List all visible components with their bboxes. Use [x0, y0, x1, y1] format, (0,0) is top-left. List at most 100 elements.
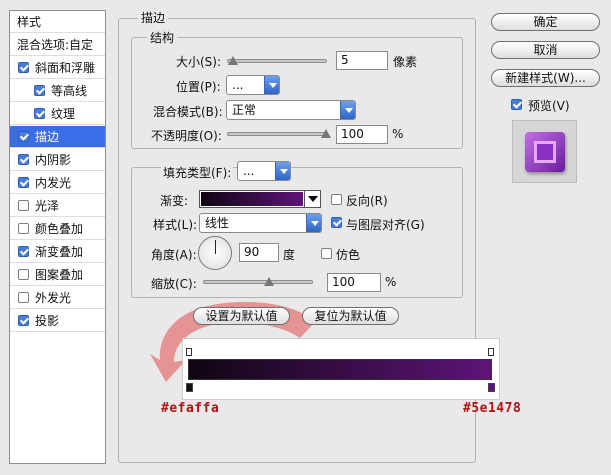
style-item-4[interactable]: 内阴影	[10, 149, 105, 171]
style-item-checkbox[interactable]	[18, 154, 29, 165]
style-item-checkbox[interactable]	[18, 131, 29, 142]
style-item-label: 内发光	[35, 176, 72, 190]
left-color-label: #efaffa	[161, 401, 220, 416]
opacity-slider-thumb[interactable]	[321, 129, 331, 138]
gradient-swatch	[201, 192, 303, 206]
chevron-down-icon	[264, 76, 279, 94]
gradient-picker[interactable]	[199, 190, 321, 208]
fill-type-label: 填充类型(F):	[161, 164, 234, 181]
size-slider[interactable]	[227, 59, 327, 63]
style-item-label: 图案叠加	[35, 268, 84, 282]
style-item-checkbox[interactable]	[18, 246, 29, 257]
gradient-style-select[interactable]: 线性	[199, 213, 322, 233]
blend-mode-select[interactable]: 正常	[226, 100, 356, 120]
chevron-down-icon	[340, 101, 355, 119]
ok-button[interactable]: 确定	[491, 13, 600, 31]
angle-input[interactable]: 90	[239, 243, 279, 262]
stroke-title: 描边	[138, 9, 169, 26]
style-item-5[interactable]: 内发光	[10, 172, 105, 194]
gradient-bar[interactable]	[188, 359, 492, 380]
style-item-7[interactable]: 颜色叠加	[10, 218, 105, 240]
size-input[interactable]: 5	[336, 51, 388, 70]
style-item-6[interactable]: 光泽	[10, 195, 105, 217]
style-item-label: 描边	[35, 130, 60, 144]
style-item-8[interactable]: 渐变叠加	[10, 241, 105, 263]
style-item-checkbox[interactable]	[34, 108, 45, 119]
cancel-button[interactable]: 取消	[491, 41, 600, 59]
opacity-label: 不透明度(O):	[151, 129, 222, 143]
align-layer-checkbox[interactable]	[331, 217, 342, 228]
structure-title: 结构	[147, 29, 178, 46]
style-item-checkbox[interactable]	[34, 85, 45, 96]
position-value: ...	[232, 78, 244, 92]
opacity-input[interactable]: 100	[336, 125, 388, 144]
style-item-3[interactable]: 描边	[10, 126, 105, 148]
chevron-down-icon	[306, 214, 321, 232]
dither-label: 仿色	[336, 248, 361, 262]
color-stop-right[interactable]	[488, 383, 495, 392]
style-item-checkbox[interactable]	[18, 292, 29, 303]
size-slider-thumb[interactable]	[228, 56, 238, 65]
style-item-label: 等高线	[51, 84, 88, 98]
scale-slider-thumb[interactable]	[264, 277, 274, 286]
style-item-label: 渐变叠加	[35, 245, 84, 259]
style-item-0[interactable]: 斜面和浮雕	[10, 57, 105, 79]
scale-slider[interactable]	[203, 280, 313, 284]
style-item-label: 斜面和浮雕	[35, 61, 96, 75]
color-stop-left[interactable]	[186, 383, 193, 392]
style-item-9[interactable]: 图案叠加	[10, 264, 105, 286]
blend-mode-value: 正常	[232, 103, 257, 117]
position-label: 位置(P):	[176, 80, 221, 94]
style-item-10[interactable]: 外发光	[10, 287, 105, 309]
gradient-label: 渐变:	[160, 194, 189, 208]
gradient-style-value: 线性	[205, 216, 230, 230]
style-item-label: 纹理	[51, 107, 76, 121]
style-item-checkbox[interactable]	[18, 177, 29, 188]
style-item-2[interactable]: 纹理	[10, 103, 105, 125]
angle-label: 角度(A):	[151, 248, 197, 262]
fill-type-value: ...	[243, 164, 255, 178]
style-preview	[512, 120, 577, 183]
style-label: 样式(L):	[153, 218, 198, 232]
right-color-label: #5e1478	[463, 401, 522, 416]
style-item-1[interactable]: 等高线	[10, 80, 105, 102]
position-select[interactable]: ...	[226, 75, 280, 95]
dither-checkbox[interactable]	[321, 248, 332, 259]
style-item-label: 内阴影	[35, 153, 72, 167]
chevron-down-icon	[275, 162, 290, 180]
style-item-checkbox[interactable]	[18, 269, 29, 280]
reverse-label: 反向(R)	[346, 194, 388, 208]
style-item-checkbox[interactable]	[18, 223, 29, 234]
make-default-button[interactable]: 设置为默认值	[193, 307, 290, 325]
style-item-label: 投影	[35, 314, 60, 328]
size-unit: 像素	[393, 55, 418, 69]
new-style-button[interactable]: 新建样式(W)...	[491, 69, 600, 87]
style-item-checkbox[interactable]	[18, 315, 29, 326]
style-item-11[interactable]: 投影	[10, 310, 105, 332]
style-list-header: 样式	[10, 11, 105, 33]
blend-mode-label: 混合模式(B):	[153, 105, 223, 119]
reset-default-button[interactable]: 复位为默认值	[302, 307, 399, 325]
opacity-unit: %	[392, 127, 404, 141]
opacity-slider[interactable]	[227, 132, 327, 136]
scale-input[interactable]: 100	[327, 273, 381, 292]
style-item-checkbox[interactable]	[18, 62, 29, 73]
scale-unit: %	[385, 275, 397, 289]
preview-checkbox[interactable]	[511, 99, 522, 110]
style-item-label: 颜色叠加	[35, 222, 84, 236]
reverse-checkbox[interactable]	[331, 194, 342, 205]
blend-options-item[interactable]: 混合选项:自定	[10, 34, 105, 56]
style-item-label: 光泽	[35, 199, 60, 213]
size-label: 大小(S):	[176, 55, 222, 69]
opacity-stop-right[interactable]	[488, 348, 494, 356]
angle-unit: 度	[283, 248, 296, 262]
style-item-label: 外发光	[35, 291, 72, 305]
preview-swatch	[525, 132, 565, 172]
chevron-down-icon	[304, 191, 320, 207]
angle-dial[interactable]	[198, 236, 232, 270]
style-item-checkbox[interactable]	[18, 200, 29, 211]
fill-type-select[interactable]: ...	[237, 161, 291, 181]
gradient-editor	[182, 338, 500, 400]
opacity-stop-left[interactable]	[186, 348, 192, 356]
align-layer-label: 与图层对齐(G)	[346, 218, 425, 232]
